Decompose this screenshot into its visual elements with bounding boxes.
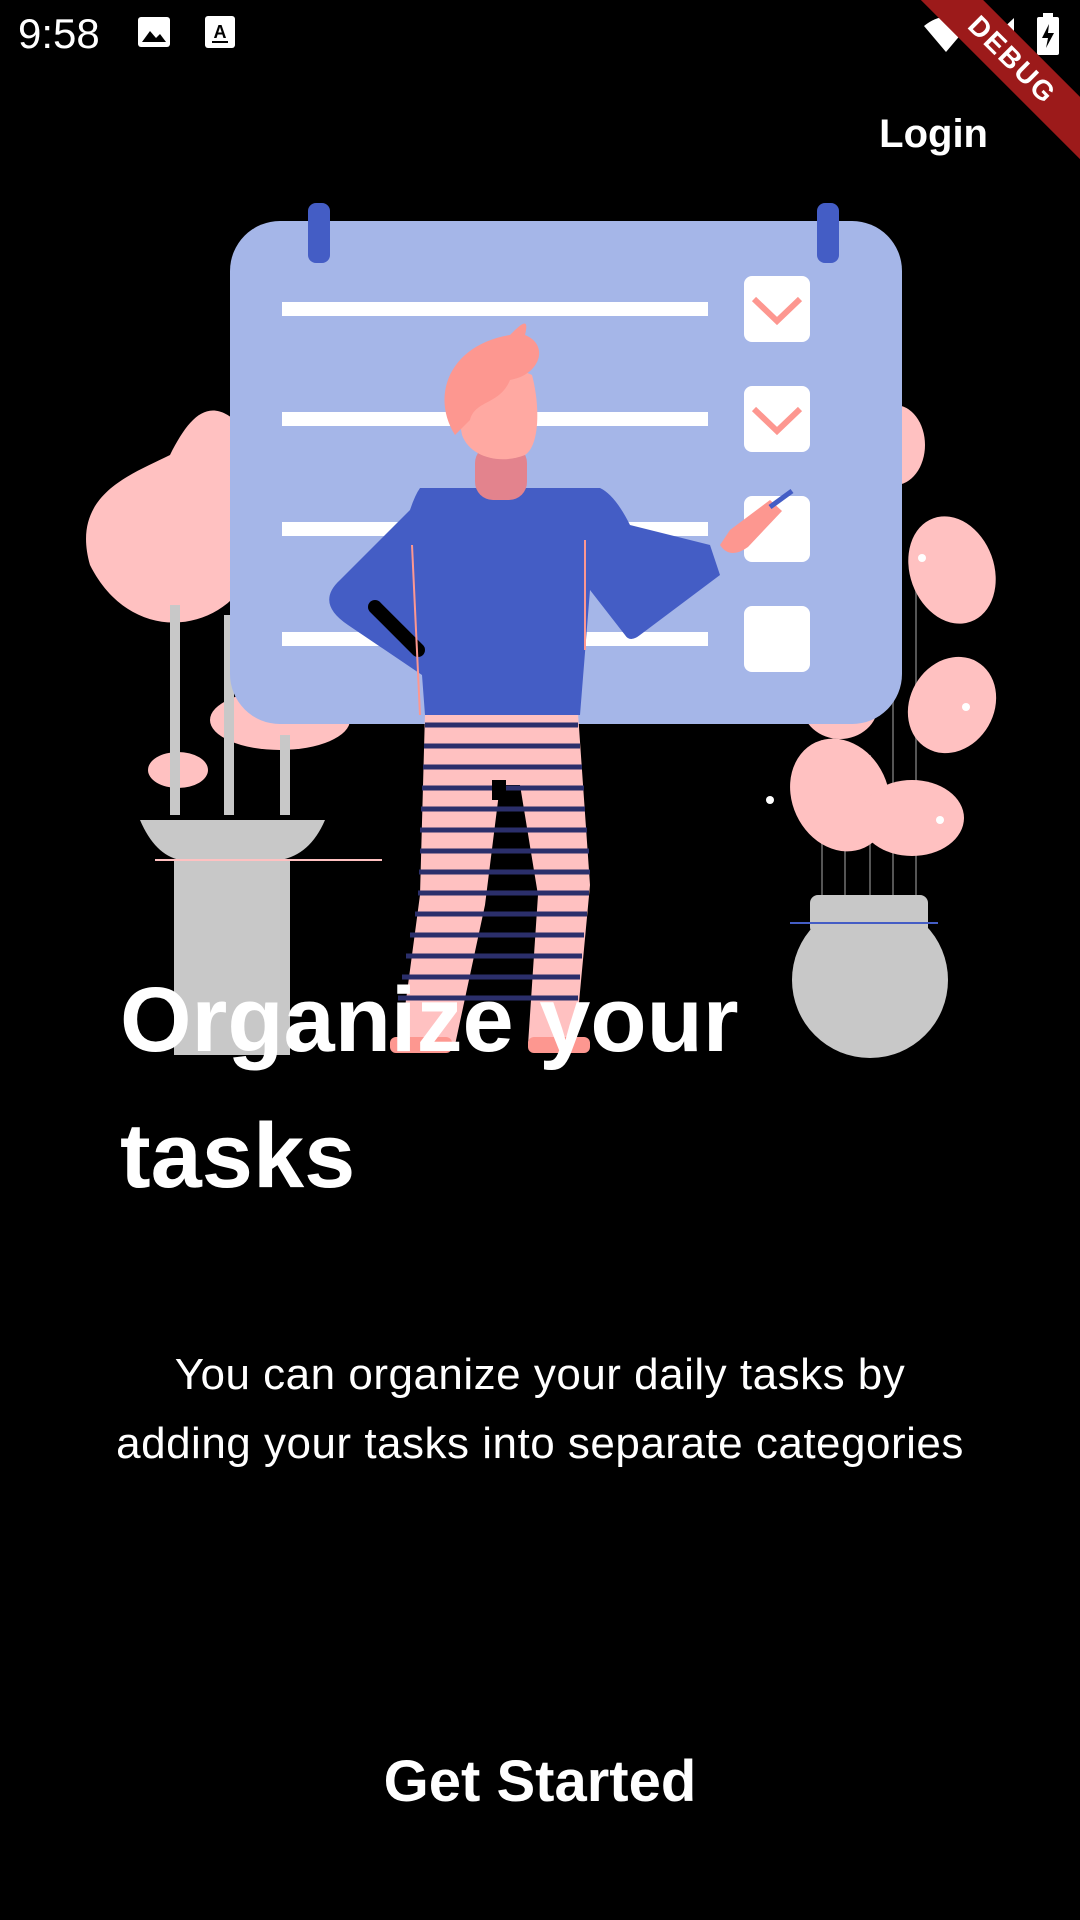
task-checklist-illustration [70,195,1010,1080]
svg-text:A: A [214,22,227,42]
image-icon [136,14,172,55]
status-time: 9:58 [18,10,100,57]
login-button[interactable]: Login [879,112,988,157]
onboarding-description: You can organize your daily tasks by add… [116,1350,964,1468]
text-recognition-icon: A [204,14,236,55]
get-started-button[interactable]: Get Started [0,1748,1080,1815]
page-title: Organize your tasks [120,969,739,1207]
